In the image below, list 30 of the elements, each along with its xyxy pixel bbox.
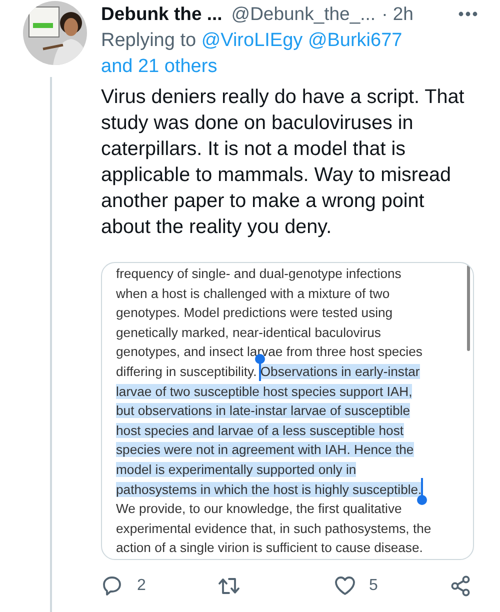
document-text: Observations in early-instar (260, 364, 420, 379)
mention-link[interactable]: @Burki677 (308, 30, 402, 51)
document-text: species were not in agreement with IAH. Hence the (116, 442, 414, 458)
document-text: experimental evidence that, in such pathosystems, the (116, 520, 432, 536)
document-text: action of a single virion is sufficient to cause disease. (116, 540, 423, 556)
more-icon[interactable] (458, 11, 478, 17)
document-text: host species and larvae of a less susceptible host (116, 422, 404, 438)
scrollbar[interactable] (467, 265, 470, 351)
reply-count: 2 (137, 577, 146, 595)
author-handle: @Debunk_the_... (231, 3, 376, 25)
attached-screenshot[interactable] (101, 262, 474, 560)
heart-icon[interactable] (333, 574, 357, 598)
tweet-text: Virus deniers really do have a script. That study was done on baculoviruses in caterpillars. It is not a model that is applicable to mammals. Way to misread another paper to make a wrong point about the reality you deny. (101, 85, 466, 240)
document-text: genotypes. Model predictions were tested using (116, 305, 393, 320)
tweet-time: · 2h (382, 3, 414, 25)
document-text: genotypes, and insect larvae from three host species (116, 344, 422, 360)
document-text: but observations in late-instar larvae of susceptible (116, 403, 410, 418)
document-text: We provide, to our knowledge, the first qualitative (116, 501, 402, 516)
mention-link[interactable]: and 21 others (101, 56, 218, 77)
document-text: model is experimentally supported only in (116, 462, 356, 477)
author-name[interactable]: Debunk the ... (101, 3, 222, 25)
document-text: differing in susceptibility. (116, 364, 257, 379)
document-text: larvae of two susceptible host species support IAH, (116, 384, 412, 399)
like-count: 5 (369, 577, 378, 595)
document-text: genetically marked, near-identical baculovirus (116, 324, 381, 340)
document-text: pathosystems in which the host is highly susceptible. (116, 482, 422, 497)
document-text: frequency of single- and dual-genotype infections (116, 266, 402, 281)
document-text: when a host is challenged with a mixture of two (116, 286, 390, 301)
replying-label: Replying to (101, 30, 196, 51)
mention-link[interactable]: @ViroLIEgy (201, 30, 303, 51)
